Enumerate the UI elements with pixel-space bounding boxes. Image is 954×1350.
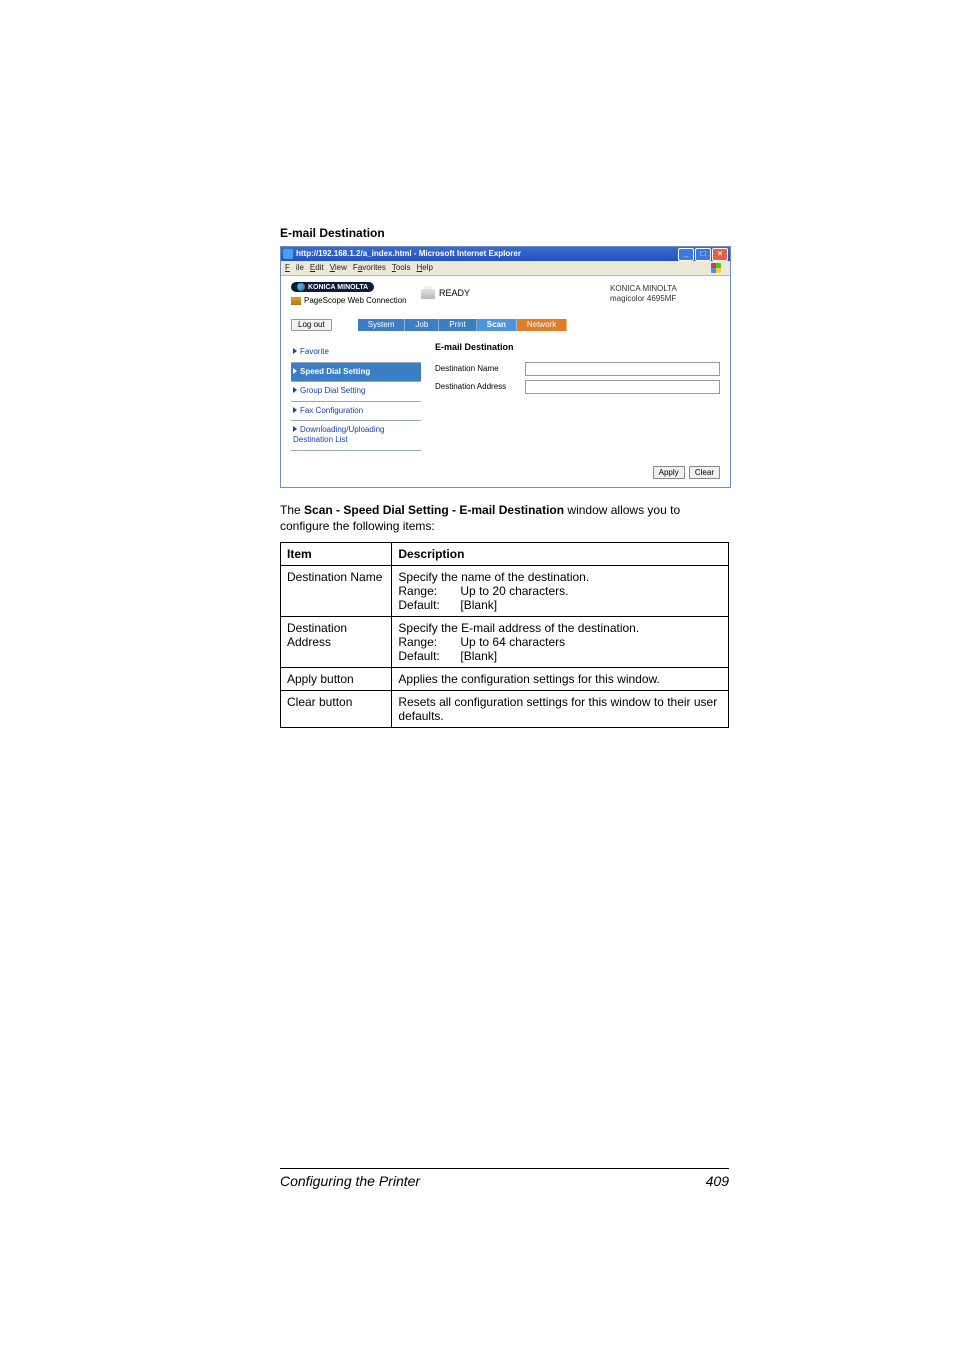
window-maximize-button[interactable]: □ <box>695 248 711 261</box>
globe-icon <box>297 283 305 291</box>
pagescope-icon <box>291 297 301 305</box>
dest-addr-input[interactable] <box>525 380 720 394</box>
window-close-button[interactable]: × <box>712 248 728 261</box>
apply-button[interactable]: Apply <box>653 466 685 479</box>
brand-text: KONICA MINOLTA <box>308 284 368 291</box>
printer-icon <box>421 289 435 299</box>
menu-bar: File Edit View Favorites Tools Help <box>281 261 730 276</box>
table-row: Clear button Resets all configuration se… <box>281 690 729 727</box>
window-minimize-button[interactable]: _ <box>678 248 694 261</box>
sidebar-item-speed-dial[interactable]: Speed Dial Setting <box>291 363 421 383</box>
tab-system[interactable]: System <box>358 319 406 331</box>
footer-title: Configuring the Printer <box>280 1173 420 1189</box>
device-brand: KONICA MINOLTA <box>610 284 720 294</box>
col-header-description: Description <box>392 542 729 565</box>
menu-tools[interactable]: Tools <box>392 264 411 272</box>
logout-button[interactable]: Log out <box>291 319 332 331</box>
dest-name-label: Destination Name <box>435 365 525 373</box>
col-header-item: Item <box>281 542 392 565</box>
sidebar-item-download[interactable]: Downloading/Uploading Destination List <box>291 421 421 450</box>
tab-network[interactable]: Network <box>517 319 567 331</box>
tab-bar: System Job Print Scan Network <box>358 319 568 331</box>
table-row: Destination Address Specify the E-mail a… <box>281 616 729 667</box>
status-text: READY <box>439 289 470 298</box>
dest-name-input[interactable] <box>525 362 720 376</box>
menu-view[interactable]: View <box>330 264 347 272</box>
menu-help[interactable]: Help <box>417 264 433 272</box>
tab-print[interactable]: Print <box>439 319 476 331</box>
sidebar: Favorite Speed Dial Setting Group Dial S… <box>291 343 421 451</box>
sidebar-item-favorite[interactable]: Favorite <box>291 343 421 363</box>
window-title: http://192.168.1.2/a_index.html - Micros… <box>296 250 678 258</box>
dest-addr-label: Destination Address <box>435 383 525 391</box>
footer-page-number: 409 <box>706 1173 729 1189</box>
intro-text: The Scan - Speed Dial Setting - E-mail D… <box>280 502 729 534</box>
window-titlebar: http://192.168.1.2/a_index.html - Micros… <box>281 247 730 261</box>
tab-job[interactable]: Job <box>405 319 439 331</box>
panel-title: E-mail Destination <box>435 343 720 352</box>
windows-flag-icon <box>711 263 721 273</box>
page-footer: Configuring the Printer 409 <box>280 1168 729 1189</box>
section-heading: E-mail Destination <box>280 226 729 240</box>
device-model: magicolor 4695MF <box>610 294 720 304</box>
pagescope-label: PageScope Web Connection <box>291 297 421 305</box>
tab-scan[interactable]: Scan <box>477 319 517 331</box>
clear-button[interactable]: Clear <box>689 466 720 479</box>
ie-icon <box>283 249 293 259</box>
menu-edit[interactable]: Edit <box>310 264 324 272</box>
table-row: Destination Name Specify the name of the… <box>281 565 729 616</box>
menu-favorites[interactable]: Favorites <box>353 264 386 272</box>
sidebar-item-fax-config[interactable]: Fax Configuration <box>291 402 421 422</box>
sidebar-item-group-dial[interactable]: Group Dial Setting <box>291 382 421 402</box>
table-row: Apply button Applies the configuration s… <box>281 667 729 690</box>
screenshot-window: http://192.168.1.2/a_index.html - Micros… <box>280 246 731 488</box>
settings-table: Item Description Destination Name Specif… <box>280 542 729 728</box>
menu-file[interactable]: File <box>285 264 304 272</box>
brand-badge: KONICA MINOLTA <box>291 282 374 292</box>
